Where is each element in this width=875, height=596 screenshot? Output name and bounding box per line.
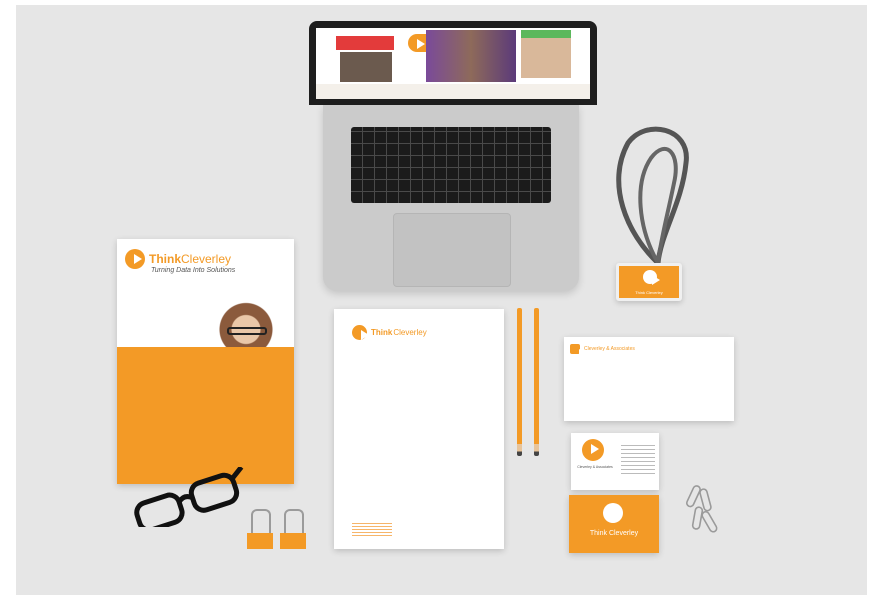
letterhead: Think Cleverley: [334, 309, 504, 549]
glasses-bridge: [176, 494, 194, 504]
business-card-front: Cleverley & Associates: [571, 433, 659, 490]
id-badge: Think Cleverley: [616, 263, 682, 301]
id-badge-card: Think Cleverley: [619, 266, 679, 298]
laptop: [307, 21, 607, 291]
binder-clip-right: [280, 509, 306, 549]
business-card-back-think: Think: [589, 530, 607, 537]
letterhead-logo-cleverley: Cleverley: [393, 328, 427, 337]
envelope-logo-icon: [570, 344, 587, 359]
glasses-arm: [230, 467, 244, 480]
website-person-left: [340, 52, 392, 82]
keyboard: [351, 127, 551, 203]
website-display: [316, 28, 590, 99]
business-card-back: Think Cleverley: [569, 495, 659, 553]
laptop-base: [323, 105, 579, 291]
paper-clips: [685, 485, 718, 533]
trackpad: [393, 213, 511, 287]
letterhead-logo-think: Think: [371, 328, 393, 337]
envelope-company-text: Cleverley & Associates: [584, 346, 635, 352]
website-person-right: [521, 38, 571, 78]
business-card-back-logo-icon: [603, 503, 623, 523]
letterhead-logo: Think Cleverley: [352, 325, 427, 340]
business-card-company: Cleverley & Associates: [577, 465, 613, 469]
paper-clip-4: [701, 510, 718, 533]
paper-clip-1: [685, 485, 701, 508]
glasses-right-lens: [188, 472, 240, 513]
business-card-details: [621, 445, 655, 475]
envelope: Cleverley & Associates: [564, 337, 734, 421]
letterhead-logo-icon: [352, 325, 369, 340]
brochure-logo-think: Think: [149, 252, 181, 266]
paper-clip-3: [691, 506, 704, 530]
business-card-logo-icon: [582, 439, 604, 461]
brochure-woman-photo: [217, 297, 275, 347]
lanyard: [616, 126, 689, 265]
glasses-left-lens: [134, 492, 185, 527]
lanyard-strap: [616, 126, 689, 265]
red-banner: [336, 36, 394, 50]
brochure-glasses-photo: [227, 327, 267, 335]
stationery-mockup-scene: Think Cleverley Think Cleverley Turning …: [16, 5, 867, 595]
eyeglasses: [134, 467, 244, 527]
id-badge-logo-icon: [643, 270, 660, 285]
binder-clip-left: [247, 509, 273, 549]
brochure-pocket: [117, 347, 294, 484]
id-badge-label: Think Cleverley: [635, 290, 663, 295]
envelope-logo: Cleverley & Associates: [570, 344, 635, 359]
green-banner: [521, 30, 571, 38]
binder-clip-left-body: [247, 533, 273, 549]
business-card-back-wordmark: Think Cleverley: [569, 530, 659, 537]
brochure-logo-cleverley: Cleverley: [181, 252, 232, 266]
letterhead-footer-address: [352, 523, 392, 537]
brochure-folder: Think Cleverley Turning Data Into Soluti…: [117, 239, 294, 484]
brochure-logo-icon: [125, 249, 145, 269]
business-card-back-cleverley: Cleverley: [607, 530, 639, 537]
laptop-screen: [309, 21, 597, 105]
website-footer-strip: [316, 84, 590, 99]
website-hero-person: [426, 30, 516, 82]
pencil-right: [534, 308, 539, 456]
brochure-logo: Think Cleverley: [125, 249, 231, 269]
brochure-tagline: Turning Data Into Solutions: [151, 267, 236, 274]
pencil-left: [517, 308, 522, 456]
binder-clip-right-body: [280, 533, 306, 549]
